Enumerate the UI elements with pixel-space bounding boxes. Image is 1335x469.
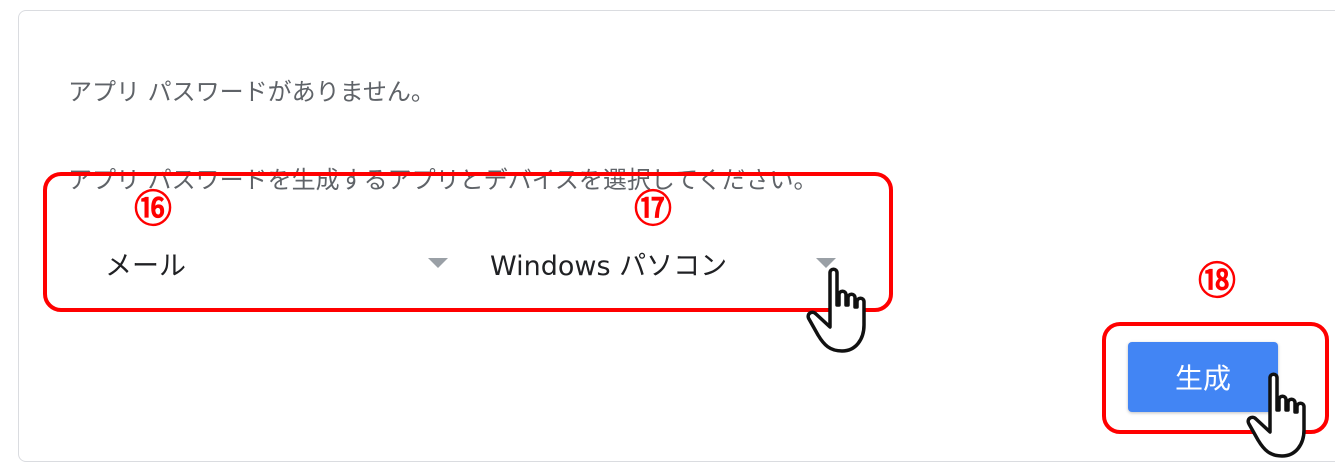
no-app-passwords-message: アプリ パスワードがありません。 (68, 78, 435, 106)
pointer-hand-icon (806, 267, 866, 353)
app-password-screen: アプリ パスワードがありません。 アプリ パスワードを生成するアプリとデバイスを… (0, 0, 1335, 469)
step-marker-18: ⑱ (1198, 259, 1237, 303)
step-marker-17: ⑰ (634, 187, 673, 231)
pointer-hand-icon (1246, 372, 1306, 458)
step-marker-16: ⑯ (134, 187, 173, 231)
